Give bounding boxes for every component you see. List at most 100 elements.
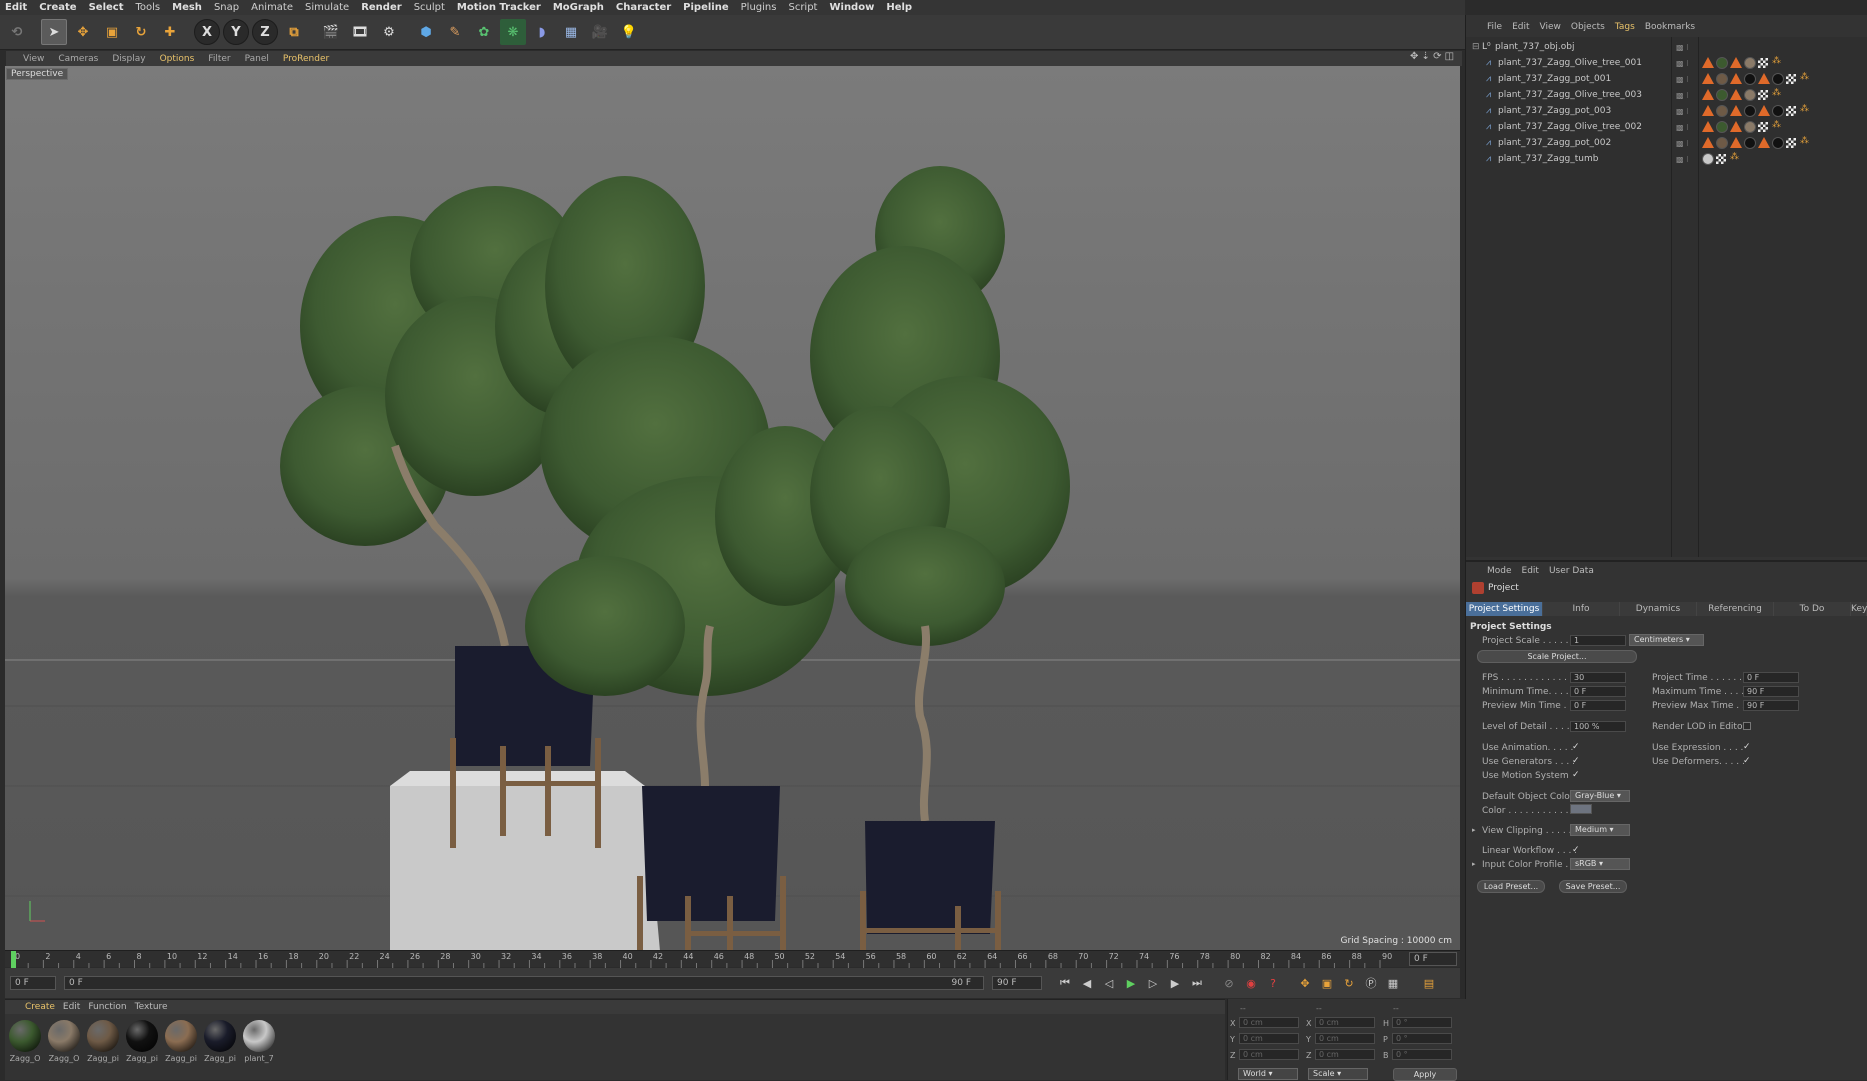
phong-tag-icon[interactable]: [1702, 137, 1714, 148]
default-object-color-dropdown[interactable]: Gray-Blue ▾: [1570, 790, 1630, 802]
phong-tag-icon[interactable]: [1758, 137, 1770, 148]
material-swatch[interactable]: Zagg_O: [46, 1018, 82, 1066]
visibility-icon[interactable]: ▩ ⁝: [1676, 107, 1689, 116]
material-tag-icon[interactable]: [1744, 57, 1756, 69]
key-parameter-icon[interactable]: Ⓟ: [1362, 974, 1380, 992]
go-to-start-icon[interactable]: ⏮: [1056, 974, 1074, 992]
scale-project-button[interactable]: Scale Project...: [1477, 650, 1637, 663]
menu-mesh[interactable]: Mesh: [167, 2, 209, 13]
array-icon[interactable]: ❋: [500, 19, 526, 45]
render-view-icon[interactable]: 🎬: [318, 19, 344, 45]
phong-tag-icon[interactable]: [1702, 57, 1714, 68]
tab-info[interactable]: Info: [1543, 602, 1620, 616]
object-menu-objects[interactable]: Objects: [1566, 22, 1610, 32]
linear-workflow-checkbox[interactable]: ✓: [1572, 845, 1580, 855]
current-frame-field[interactable]: 0 F: [1409, 952, 1457, 966]
coordinate-system-icon[interactable]: ⧉: [281, 19, 307, 45]
phong-tag-icon[interactable]: [1730, 121, 1742, 132]
material-swatch[interactable]: Zagg_pi: [202, 1018, 238, 1066]
use-generators-checkbox[interactable]: ✓: [1572, 756, 1580, 766]
texture-tag-icon[interactable]: [1758, 90, 1768, 100]
attribute-menu-user-data[interactable]: User Data: [1544, 566, 1599, 576]
project-scale-unit-dropdown[interactable]: Centimeters ▾: [1629, 634, 1704, 646]
scale-tool-icon[interactable]: ▣: [99, 19, 125, 45]
viewport-menu-view[interactable]: View: [16, 54, 51, 64]
coord-input[interactable]: 0 cm: [1315, 1049, 1375, 1060]
subdivision-icon[interactable]: ✿: [471, 19, 497, 45]
project-time-input[interactable]: 0 F: [1743, 672, 1799, 683]
use-animation-checkbox[interactable]: ✓: [1572, 742, 1580, 752]
material-tag-icon[interactable]: [1716, 121, 1728, 133]
record-icon[interactable]: ◉: [1242, 974, 1260, 992]
pen-spline-icon[interactable]: ✎: [442, 19, 468, 45]
object-row[interactable]: ⩘ plant_737_Zagg_tumb ▩ ⁝ ⁂: [1466, 151, 1867, 167]
key-scale-icon[interactable]: ▣: [1318, 974, 1336, 992]
texture-tag-icon[interactable]: [1716, 154, 1726, 164]
move-tool-icon[interactable]: ✥: [70, 19, 96, 45]
viewport-menu-filter[interactable]: Filter: [201, 54, 237, 64]
use-expression-checkbox[interactable]: ✓: [1743, 742, 1751, 752]
visibility-icon[interactable]: ▩ ⁝: [1676, 139, 1689, 148]
cube-primitive-icon[interactable]: ⬢: [413, 19, 439, 45]
material-tag-icon[interactable]: [1744, 89, 1756, 101]
preview-min-time-input[interactable]: 0 F: [1570, 700, 1626, 711]
project-scale-input[interactable]: 1: [1570, 635, 1626, 646]
uvw-tag-icon[interactable]: ⁂: [1800, 104, 1809, 114]
use-motion-system-checkbox[interactable]: ✓: [1572, 770, 1580, 780]
input-color-profile-dropdown[interactable]: sRGB ▾: [1570, 858, 1630, 870]
menu-character[interactable]: Character: [611, 2, 678, 13]
menu-tools[interactable]: Tools: [130, 2, 167, 13]
material-tag-icon[interactable]: [1744, 137, 1756, 149]
menu-simulate[interactable]: Simulate: [300, 2, 356, 13]
floor-icon[interactable]: ▦: [558, 19, 584, 45]
object-row[interactable]: ⩘ plant_737_Zagg_Olive_tree_001 ▩ ⁝ ⁂: [1466, 55, 1867, 71]
menu-help[interactable]: Help: [881, 2, 919, 13]
visibility-icon[interactable]: ▩ ⁝: [1676, 155, 1689, 164]
phong-tag-icon[interactable]: [1730, 73, 1742, 84]
uvw-tag-icon[interactable]: ⁂: [1800, 136, 1809, 146]
save-preset-button[interactable]: Save Preset...: [1559, 880, 1627, 893]
texture-tag-icon[interactable]: [1758, 58, 1768, 68]
menu-mograph[interactable]: MoGraph: [548, 2, 611, 13]
visibility-icon[interactable]: ▩ ⁝: [1676, 75, 1689, 84]
visibility-icon[interactable]: ▩ ⁝: [1676, 123, 1689, 132]
apply-button[interactable]: Apply: [1393, 1068, 1457, 1081]
tab-project-settings[interactable]: Project Settings: [1466, 602, 1543, 616]
last-tool-icon[interactable]: ✚: [157, 19, 183, 45]
object-row[interactable]: ⩘ plant_737_Zagg_Olive_tree_003 ▩ ⁝ ⁂: [1466, 87, 1867, 103]
preview-max-time-input[interactable]: 90 F: [1743, 700, 1799, 711]
material-tag-icon[interactable]: [1716, 89, 1728, 101]
next-frame-icon[interactable]: ▷: [1144, 974, 1162, 992]
material-swatch[interactable]: Zagg_pi: [124, 1018, 160, 1066]
end-frame-field[interactable]: 90 F: [992, 976, 1042, 990]
tab-to-do[interactable]: To Do: [1774, 602, 1851, 616]
tab-referencing[interactable]: Referencing: [1697, 602, 1774, 616]
tab-dynamics[interactable]: Dynamics: [1620, 602, 1697, 616]
menu-select[interactable]: Select: [84, 2, 131, 13]
phong-tag-icon[interactable]: [1702, 89, 1714, 100]
rotate-tool-icon[interactable]: ↻: [128, 19, 154, 45]
coord-input[interactable]: 0 cm: [1315, 1033, 1375, 1044]
coord-input[interactable]: 0 cm: [1315, 1017, 1375, 1028]
phong-tag-icon[interactable]: [1758, 73, 1770, 84]
phong-tag-icon[interactable]: [1730, 137, 1742, 148]
play-icon[interactable]: ▶: [1122, 974, 1140, 992]
material-menu-function[interactable]: Function: [88, 1002, 134, 1012]
undo-icon[interactable]: ⟲: [4, 19, 30, 45]
viewport-menu-options[interactable]: Options: [153, 54, 202, 64]
deformer-icon[interactable]: ◗: [529, 19, 555, 45]
go-to-end-icon[interactable]: ⏭: [1188, 974, 1206, 992]
object-row[interactable]: ⩘ plant_737_Zagg_pot_002 ▩ ⁝ ⁂: [1466, 135, 1867, 151]
autokey-icon[interactable]: ?: [1264, 974, 1282, 992]
material-menu-texture[interactable]: Texture: [135, 1002, 176, 1012]
menu-edit[interactable]: Edit: [0, 2, 34, 13]
level-of-detail-input[interactable]: 100 %: [1570, 721, 1626, 732]
select-tool-icon[interactable]: ➤: [41, 19, 67, 45]
material-tag-icon[interactable]: [1716, 57, 1728, 69]
visibility-icon[interactable]: ▩ ⁝: [1676, 43, 1689, 52]
key-position-icon[interactable]: ✥: [1296, 974, 1314, 992]
minimum-time-input[interactable]: 0 F: [1570, 686, 1626, 697]
next-key-icon[interactable]: ▶: [1166, 974, 1184, 992]
object-row[interactable]: ⩘ plant_737_Zagg_pot_003 ▩ ⁝ ⁂: [1466, 103, 1867, 119]
material-tag-icon[interactable]: [1772, 105, 1784, 117]
